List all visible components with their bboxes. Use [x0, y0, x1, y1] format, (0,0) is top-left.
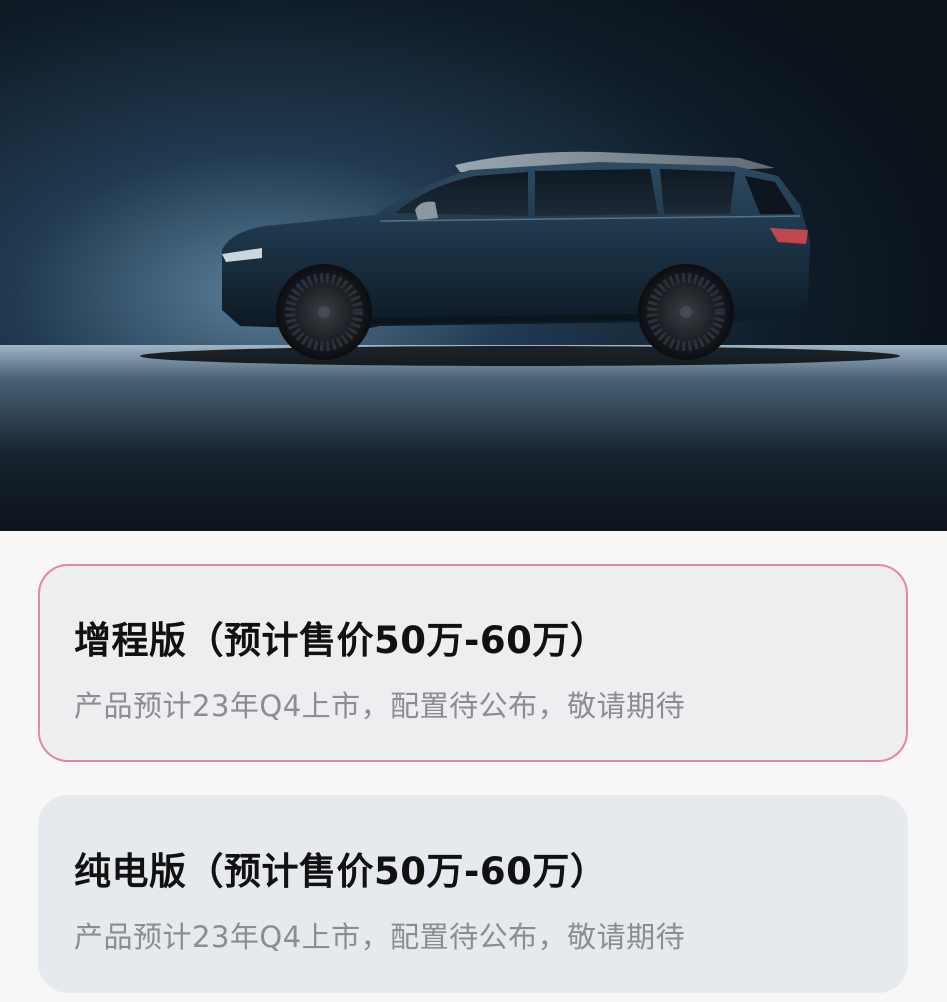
option-description: 产品预计23年Q4上市，配置待公布，敬请期待 [74, 689, 686, 723]
option-card-range-extender[interactable]: 增程版（预计售价50万-60万） 产品预计23年Q4上市，配置待公布，敬请期待 [38, 564, 908, 762]
option-description: 产品预计23年Q4上市，配置待公布，敬请期待 [74, 920, 686, 954]
option-title: 纯电版（预计售价50万-60万） [74, 850, 608, 893]
option-title: 增程版（预计售价50万-60万） [74, 619, 608, 662]
car-side-profile-image [0, 0, 947, 531]
hero-banner [0, 0, 947, 531]
option-card-electric[interactable]: 纯电版（预计售价50万-60万） 产品预计23年Q4上市，配置待公布，敬请期待 [38, 795, 908, 993]
version-options: 增程版（预计售价50万-60万） 产品预计23年Q4上市，配置待公布，敬请期待 … [0, 531, 947, 1002]
